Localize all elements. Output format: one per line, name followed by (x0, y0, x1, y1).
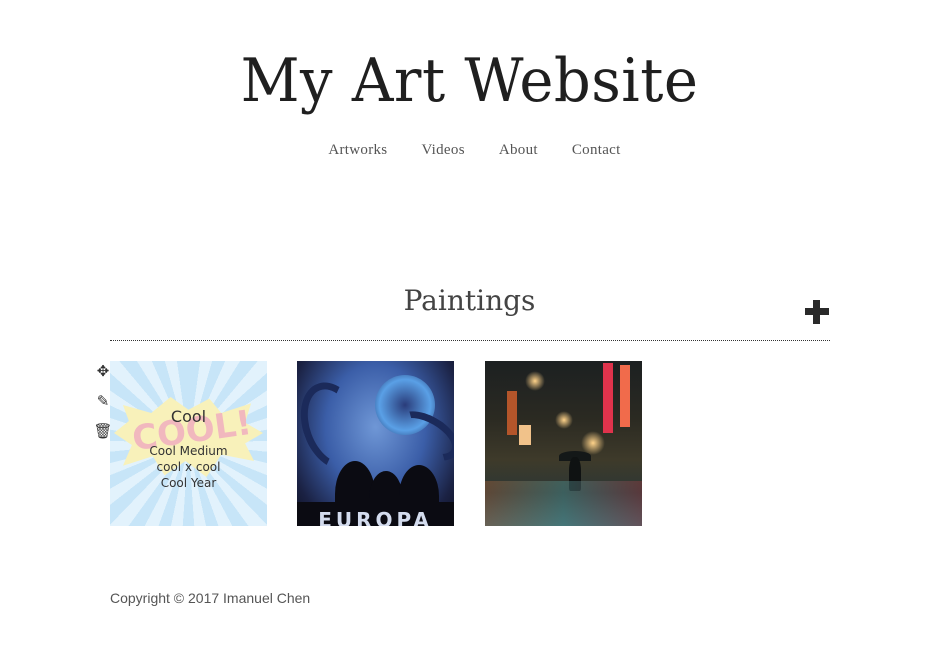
main-nav: Artworks Videos About Contact (0, 142, 939, 159)
street-light (525, 371, 545, 391)
neon-sign (620, 365, 630, 427)
section-title: Paintings (403, 284, 536, 317)
add-artwork-icon[interactable] (805, 300, 829, 324)
neon-sign (603, 363, 613, 433)
street-reflection (485, 481, 642, 526)
artwork-title: Cool (170, 407, 207, 426)
artwork-card-cool[interactable]: COOL! Cool Cool Medium cool x cool Cool … (110, 361, 267, 526)
neon-sign (507, 391, 517, 435)
nav-artworks[interactable]: Artworks (328, 142, 387, 159)
artwork-card-night-street[interactable] (485, 361, 642, 526)
footer-copyright: Copyright © 2017 Imanuel Chen (110, 590, 311, 606)
artwork-card-europa[interactable]: EUROPA (297, 361, 454, 526)
street-light (555, 411, 573, 429)
site-title: My Art Website (240, 46, 699, 116)
artwork-year: Cool Year (160, 476, 217, 490)
artwork-size: cool x cool (156, 460, 221, 474)
artwork-image-text: EUROPA (318, 508, 433, 526)
neon-sign (519, 425, 531, 445)
page: My Art Website Artworks Videos About Con… (0, 0, 939, 665)
nav-videos[interactable]: Videos (421, 142, 464, 159)
artwork-medium: Cool Medium (149, 444, 228, 458)
nav-about[interactable]: About (499, 142, 538, 159)
nav-contact[interactable]: Contact (572, 142, 621, 159)
section-divider (110, 340, 830, 341)
